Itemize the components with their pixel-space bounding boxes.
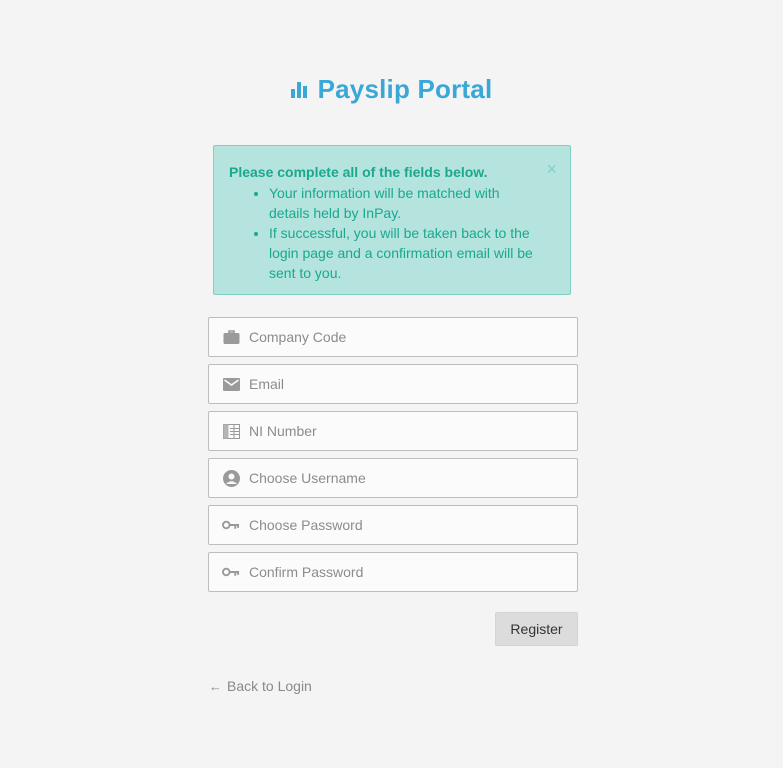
alert-list-item: If successful, you will be taken back to…: [269, 223, 554, 283]
id-card-icon: [222, 422, 240, 440]
briefcase-icon: [222, 328, 240, 346]
alert-list-item: Your information will be matched with de…: [269, 183, 554, 223]
alert-heading: Please complete all of the fields below.: [229, 164, 488, 180]
alert-list: Your information will be matched with de…: [229, 183, 554, 283]
brand-header: Payslip Portal: [0, 74, 783, 105]
back-to-login-link[interactable]: ← Back to Login: [209, 678, 312, 694]
bar-chart-icon: [290, 81, 307, 98]
info-alert: Please complete all of the fields below.…: [213, 145, 571, 295]
username-field[interactable]: [208, 458, 578, 498]
confirm-password-field[interactable]: [208, 552, 578, 592]
back-to-login-label: Back to Login: [227, 678, 312, 694]
password-input[interactable]: [249, 517, 549, 533]
email-input[interactable]: [249, 376, 549, 392]
ni-number-input[interactable]: [249, 423, 549, 439]
company-code-field[interactable]: [208, 317, 578, 357]
register-page: Payslip Portal Please complete all of th…: [0, 0, 783, 768]
company-code-input[interactable]: [249, 329, 549, 345]
email-field[interactable]: [208, 364, 578, 404]
close-icon[interactable]: ×: [546, 160, 557, 178]
register-button[interactable]: Register: [495, 612, 578, 646]
username-input[interactable]: [249, 470, 549, 486]
key-icon: [222, 563, 240, 581]
user-circle-icon: [222, 469, 240, 487]
arrow-left-icon: ←: [209, 678, 222, 694]
ni-number-field[interactable]: [208, 411, 578, 451]
confirm-password-input[interactable]: [249, 564, 549, 580]
envelope-icon: [222, 375, 240, 393]
password-field[interactable]: [208, 505, 578, 545]
page-title: Payslip Portal: [317, 74, 493, 104]
key-icon: [222, 516, 240, 534]
